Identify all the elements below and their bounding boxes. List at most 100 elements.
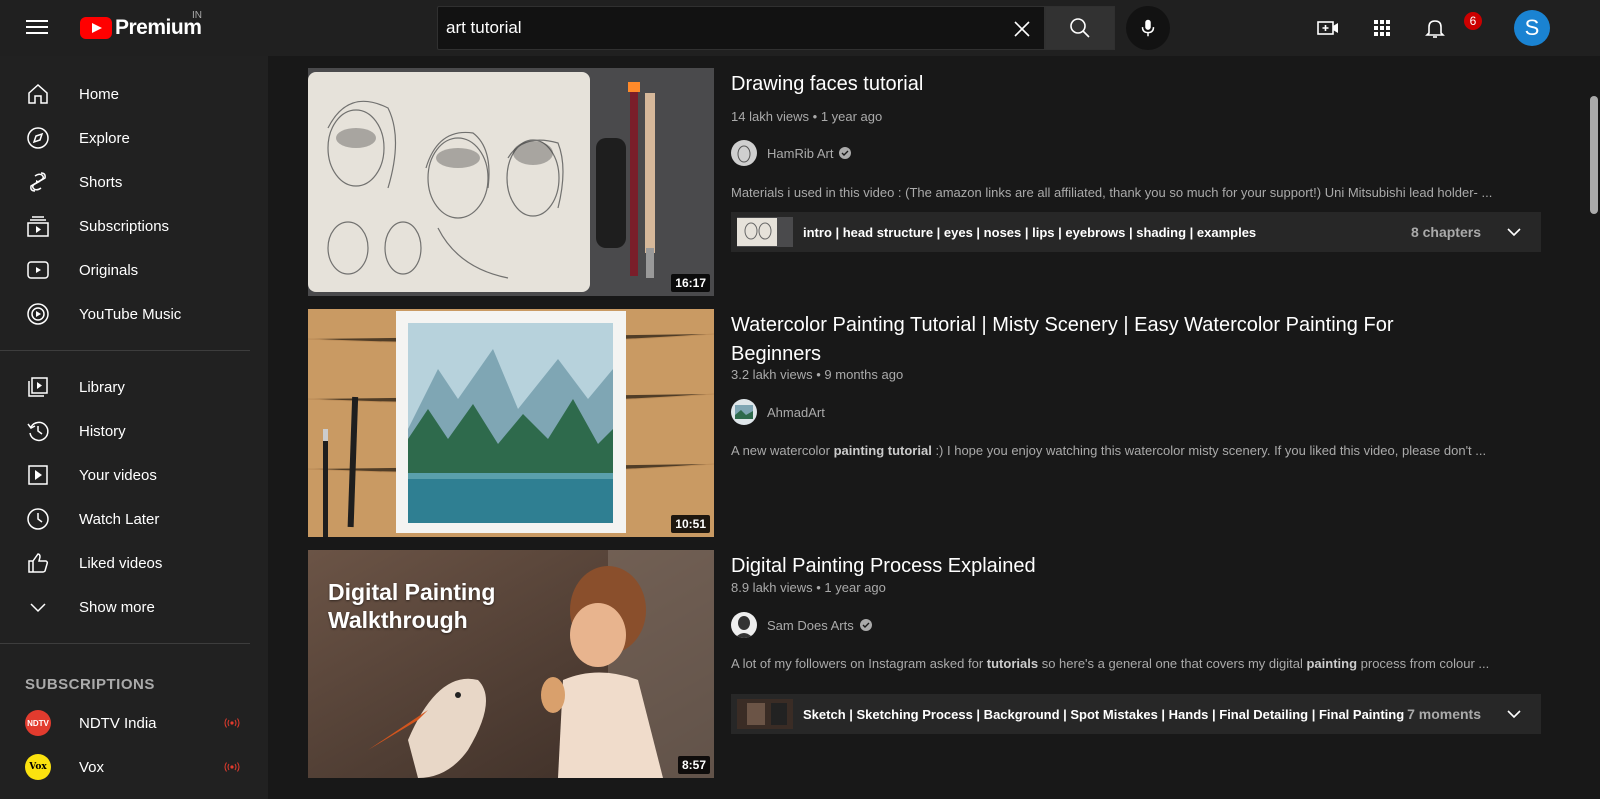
search-results: 16:17 Drawing faces tutorial 14 lakh vie… [268,56,1600,799]
top-bar: Premium IN 6 S [0,0,1600,56]
sidebar-item-watch-later[interactable]: Watch Later [0,499,250,539]
sidebar-item-history[interactable]: History [0,411,250,451]
apps-grid-icon[interactable] [1370,16,1394,40]
video-thumbnail[interactable]: 16:17 [308,68,714,296]
chapter-thumbnail [737,217,793,247]
description-text: :) I hope you enjoy watching this waterc… [931,443,1487,458]
video-result: 16:17 Drawing faces tutorial 14 lakh vie… [308,68,1568,298]
sidebar-item-label: Watch Later [79,510,160,528]
sidebar-item-your-videos[interactable]: Your videos [0,455,250,495]
channel-name: Sam Does Arts [767,617,854,633]
clock-icon [27,508,49,530]
sidebar-item-label: Home [79,85,120,103]
account-avatar[interactable]: S [1514,10,1550,46]
video-thumbnail[interactable]: Digital Painting Walkthrough 8:57 [308,550,714,778]
subscriptions-section-title: SUBSCRIPTIONS [25,676,155,693]
sidebar-item-label: NDTV India [79,714,157,732]
voice-search-button[interactable] [1126,6,1170,50]
channel-name: HamRib Art [767,145,834,161]
your-videos-icon [28,465,48,485]
compass-icon [27,127,49,149]
sidebar-item-subscriptions[interactable]: Subscriptions [0,206,250,246]
logo-text: Premium [115,16,202,39]
chevron-down-icon [30,603,46,613]
chapters-bar[interactable]: Sketch | Sketching Process | Background … [731,694,1541,734]
thumbnail-caption-line: Digital Painting [328,579,496,605]
sidebar-subscription-vox[interactable]: Vox Vox [0,747,250,787]
channel-link[interactable]: Sam Does Arts [731,612,872,638]
sidebar-item-label: Originals [79,261,139,279]
video-title[interactable]: Watercolor Painting Tutorial | Misty Sce… [731,311,1431,369]
create-video-icon[interactable] [1316,16,1340,40]
video-duration: 16:17 [671,274,710,292]
video-meta: 3.2 lakh views • 9 months ago [731,367,904,382]
youtube-premium-logo[interactable]: Premium [80,16,202,40]
sidebar-item-label: Your videos [79,466,157,484]
description-highlight: painting [1306,656,1358,671]
sidebar-item-explore[interactable]: Explore [0,118,250,158]
chevron-down-icon [1507,228,1521,237]
sidebar-item-liked-videos[interactable]: Liked videos [0,543,250,583]
channel-avatar [731,140,757,166]
sidebar-item-label: YouTube Music [79,305,182,323]
sidebar-divider [0,643,250,644]
originals-icon [27,261,49,279]
sidebar: Home Explore Shorts Subscriptions Origin… [0,56,268,799]
youtube-logo-icon [80,17,112,39]
music-icon [27,303,49,325]
microphone-icon [1141,19,1155,37]
description-text: process from colour ... [1357,656,1490,671]
shorts-icon [30,172,46,192]
clear-search-icon[interactable] [1012,19,1032,39]
video-title[interactable]: Digital Painting Process Explained [731,552,1431,581]
chapters-list: intro | head structure | eyes | noses | … [803,224,1257,240]
video-description: A lot of my followers on Instagram asked… [731,656,1531,671]
chapters-list: Sketch | Sketching Process | Background … [803,706,1405,722]
history-icon [27,421,49,442]
country-code: IN [192,10,202,21]
sidebar-item-shorts[interactable]: Shorts [0,162,250,202]
thumbnail-caption: Digital Painting Walkthrough [328,578,495,634]
search-button[interactable] [1045,6,1115,50]
notifications-bell-icon[interactable] [1423,16,1447,40]
channel-name: AhmadArt [767,404,825,420]
sidebar-item-label: Liked videos [79,554,163,572]
sidebar-item-youtube-music[interactable]: YouTube Music [0,294,250,334]
search-icon [1070,18,1090,38]
verified-badge-icon [839,147,852,159]
subscriptions-icon [27,216,49,237]
channel-avatar [731,399,757,425]
thumbnail-caption-line: Walkthrough [328,607,468,633]
video-title[interactable]: Drawing faces tutorial [731,70,1431,99]
channel-avatar: Vox [25,754,51,780]
chapters-count: 8 chapters [1410,224,1481,240]
sidebar-item-show-more[interactable]: Show more [0,587,250,627]
search-input[interactable] [438,18,998,38]
sidebar-subscription-ndtv-india[interactable]: NDTV NDTV India [0,703,250,743]
video-result: 10:51 Watercolor Painting Tutorial | Mis… [308,309,1568,539]
sidebar-item-library[interactable]: Library [0,367,250,407]
description-highlight: tutorials [986,656,1039,671]
sidebar-item-label: Subscriptions [79,217,170,235]
channel-link[interactable]: AhmadArt [731,399,825,425]
video-meta: 14 lakh views • 1 year ago [731,109,883,124]
thumbnail-image [308,309,714,537]
video-meta: 8.9 lakh views • 1 year ago [731,580,886,595]
notification-badge: 6 [1464,12,1482,30]
channel-link[interactable]: HamRib Art [731,140,852,166]
verified-badge-icon [859,619,872,631]
page-scrollbar[interactable] [1587,56,1600,799]
sidebar-item-home[interactable]: Home [0,74,250,114]
video-duration: 10:51 [671,515,710,533]
video-description: Materials i used in this video : (The am… [731,185,1493,200]
video-thumbnail[interactable]: 10:51 [308,309,714,537]
scrollbar-thumb[interactable] [1590,96,1598,214]
sidebar-item-originals[interactable]: Originals [0,250,250,290]
sidebar-item-label: Library [79,378,125,396]
description-text: so here's a general one that covers my d… [1038,656,1307,671]
sidebar-item-label: Show more [79,598,155,616]
library-icon [28,377,48,397]
thumbs-up-icon [28,553,49,573]
menu-icon[interactable] [26,16,48,38]
chapters-bar[interactable]: intro | head structure | eyes | noses | … [731,212,1541,252]
